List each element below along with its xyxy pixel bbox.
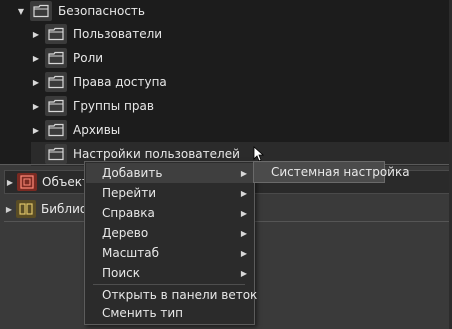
tree-node-label: Настройки пользователей (73, 147, 240, 161)
submenu-item-system-setting[interactable]: Системная настройка (271, 165, 410, 179)
tree-node-users[interactable]: ▶ Пользователи (31, 22, 162, 46)
submenu-arrow-icon: ▶ (240, 248, 247, 258)
folder-icon (45, 96, 67, 116)
library-icon (16, 200, 36, 218)
submenu-arrow-icon: ▶ (240, 188, 247, 198)
menu-item-zoom[interactable]: Масштаб ▶ (86, 243, 253, 263)
menu-item-open-in-branch-panel[interactable]: Открыть в панели веток (86, 285, 257, 305)
submenu-add: Системная настройка (253, 161, 410, 183)
tree-node-roles[interactable]: ▶ Роли (31, 46, 103, 70)
tree-node-label: Группы прав (73, 99, 154, 113)
folder-icon (30, 1, 52, 21)
expand-right-icon[interactable]: ▶ (31, 30, 41, 39)
expand-right-icon[interactable]: ▶ (31, 78, 41, 87)
tree-node-label: Права доступа (73, 75, 167, 89)
mouse-cursor-icon (252, 146, 266, 162)
expand-right-icon[interactable]: ▶ (4, 205, 14, 214)
folder-icon (45, 48, 67, 68)
tree-node-rights-groups[interactable]: ▶ Группы прав (31, 94, 154, 118)
menu-item-change-type[interactable]: Сменить тип (86, 303, 253, 323)
expand-right-icon[interactable]: ▶ (5, 178, 15, 187)
expand-right-icon[interactable]: ▶ (31, 102, 41, 111)
tree-node-security[interactable]: ▼ Безопасность (16, 0, 145, 23)
menu-item-navigate[interactable]: Перейти ▶ (86, 183, 253, 203)
submenu-arrow-icon: ▶ (240, 228, 247, 238)
object-tree-panel: ▼ Безопасность ▶ Пользователи ▶ Роли ▶ П… (0, 0, 450, 166)
tree-node-label: Архивы (73, 123, 121, 137)
submenu-arrow-icon: ▶ (240, 208, 247, 218)
tree-node-label: Роли (73, 51, 104, 65)
folder-icon (45, 24, 67, 44)
menu-item-search[interactable]: Поиск ▶ (86, 263, 253, 283)
submenu-arrow-icon: ▶ (240, 268, 247, 278)
objects-icon (17, 173, 37, 191)
tree-node-archives[interactable]: ▶ Архивы (31, 118, 120, 142)
tree-node-label: Безопасность (58, 4, 145, 18)
tree-node-access-rights[interactable]: ▶ Права доступа (31, 70, 167, 94)
menu-item-tree[interactable]: Дерево ▶ (86, 223, 253, 243)
folder-icon (45, 144, 67, 164)
context-menu: Добавить ▶ Перейти ▶ Справка ▶ Дерево ▶ … (84, 161, 257, 325)
submenu-arrow-icon: ▶ (240, 168, 247, 178)
expand-right-icon[interactable]: ▶ (31, 126, 41, 135)
expand-down-icon[interactable]: ▼ (16, 7, 26, 16)
expand-right-icon[interactable]: ▶ (31, 54, 41, 63)
menu-item-add[interactable]: Добавить ▶ (86, 163, 253, 183)
folder-icon (45, 72, 67, 92)
folder-icon (45, 120, 67, 140)
tree-node-label: Пользователи (73, 27, 163, 41)
menu-item-help[interactable]: Справка ▶ (86, 203, 253, 223)
